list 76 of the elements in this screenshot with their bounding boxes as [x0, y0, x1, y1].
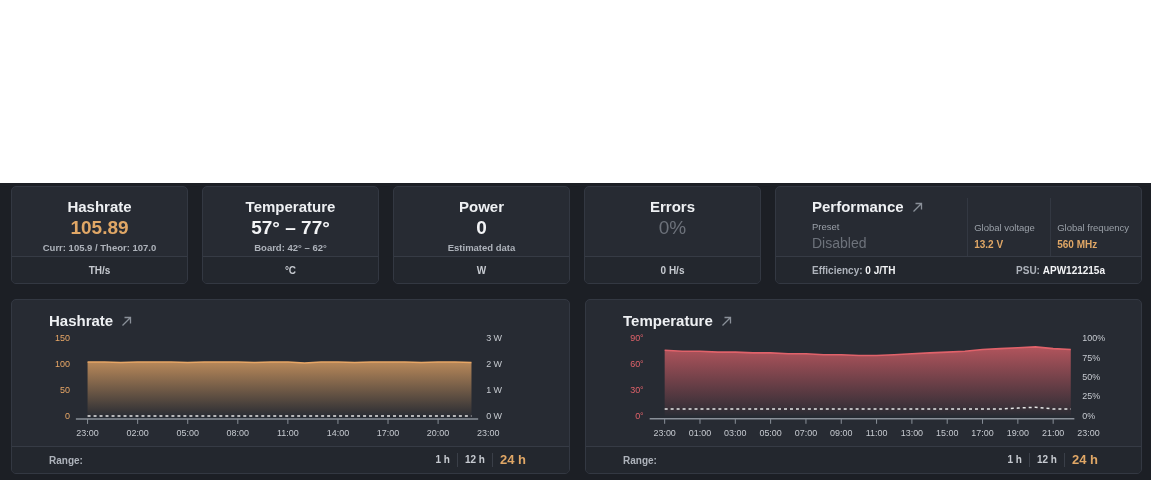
x-axis-label: 05:00	[176, 427, 199, 438]
x-axis-label: 03:00	[724, 427, 747, 438]
x-axis-label: 08:00	[226, 427, 249, 438]
x-axis-label: 20:00	[426, 427, 450, 438]
x-axis-label: 19:00	[1006, 427, 1030, 438]
chart-title: Hashrate	[49, 312, 114, 330]
y-axis-label: 0°	[635, 410, 644, 421]
stat-detail: Board: 42° – 62°	[254, 242, 327, 253]
y-axis-label: 90°	[630, 333, 644, 344]
range-button[interactable]: 12 h	[456, 453, 492, 467]
y-axis-label: 60°	[630, 359, 644, 370]
x-axis-label: 13:00	[900, 427, 924, 438]
x-axis-label: 09:00	[830, 427, 853, 438]
x-axis-label: 23:00	[1077, 427, 1100, 438]
range-button[interactable]: 1 h	[1000, 453, 1029, 467]
x-axis-label: 05:00	[759, 427, 782, 438]
external-link-icon[interactable]	[911, 201, 923, 213]
range-button[interactable]: 24 h	[1064, 453, 1105, 467]
x-axis-label: 15:00	[936, 427, 959, 438]
efficiency-text: Efficiency: 0 J/TH	[812, 264, 896, 276]
param-value: 560 MHz	[1057, 239, 1099, 250]
stat-detail: Estimated data	[447, 242, 516, 253]
x-axis-label: 21:00	[1042, 427, 1065, 438]
stat-unit: TH/s	[88, 264, 111, 276]
x-axis-label: 11:00	[865, 427, 888, 438]
stat-unit: °C	[284, 264, 297, 276]
range-button[interactable]: 1 h	[428, 453, 457, 467]
stat-unit: W	[476, 264, 487, 276]
x-axis-label: 07:00	[794, 427, 818, 438]
param-value: 13.2 V	[974, 239, 1005, 250]
x-axis-label: 23:00	[76, 427, 99, 438]
stat-value: 0	[476, 216, 487, 240]
x-axis-label: 01:00	[688, 427, 712, 438]
y-axis-label: 25%	[1082, 391, 1101, 402]
y-axis-label: 150	[54, 333, 70, 344]
preset-label: Preset	[812, 221, 841, 232]
external-link-icon[interactable]	[720, 315, 732, 327]
stat-title: Hashrate	[67, 198, 132, 216]
stat-detail: Curr: 105.9 / Theor: 107.0	[42, 242, 157, 253]
external-link-icon[interactable]	[121, 315, 133, 327]
x-axis-label: 17:00	[971, 427, 994, 438]
x-axis-label: 11:00	[277, 427, 299, 438]
y-axis-label: 2 W	[486, 359, 503, 370]
range-label: Range:	[623, 454, 658, 466]
stat-title: Temperature	[245, 198, 336, 216]
range-button[interactable]: 24 h	[492, 453, 533, 467]
y-axis-label: 0%	[1082, 410, 1096, 421]
param-label: Global frequency	[1057, 222, 1129, 233]
y-axis-label: 50%	[1082, 372, 1101, 383]
y-axis-label: 0 W	[486, 410, 503, 421]
y-axis-label: 100	[54, 359, 70, 370]
range-label: Range:	[49, 454, 84, 466]
stat-title: Power	[459, 198, 504, 216]
chart-title: Temperature	[623, 312, 713, 330]
x-axis-label: 14:00	[326, 427, 350, 438]
x-axis-label: 17:00	[376, 427, 400, 438]
y-axis-label: 75%	[1082, 352, 1101, 363]
y-axis-label: 30°	[630, 384, 644, 395]
psu-text: PSU: APW121215a	[1016, 264, 1105, 276]
x-axis-label: 23:00	[653, 427, 676, 438]
x-axis-label: 23:00	[476, 427, 500, 438]
range-button[interactable]: 12 h	[1028, 453, 1064, 467]
y-axis-label: 1 W	[486, 385, 503, 395]
y-axis-label: 100%	[1082, 333, 1106, 344]
stat-unit: 0 H/s	[660, 264, 685, 276]
y-axis-label: 3 W	[486, 333, 503, 344]
param-label: Global voltage	[974, 222, 1036, 233]
stat-value: 57° – 77°	[251, 216, 330, 240]
preset-value: Disabled	[812, 235, 868, 251]
y-axis-label: 50	[59, 385, 70, 395]
y-axis-label: 0	[64, 410, 70, 421]
stat-value: 105.89	[70, 216, 129, 240]
stat-value: 0%	[658, 216, 687, 240]
card-title: Performance	[812, 198, 904, 216]
stat-title: Errors	[650, 198, 695, 216]
x-axis-label: 02:00	[126, 427, 149, 438]
